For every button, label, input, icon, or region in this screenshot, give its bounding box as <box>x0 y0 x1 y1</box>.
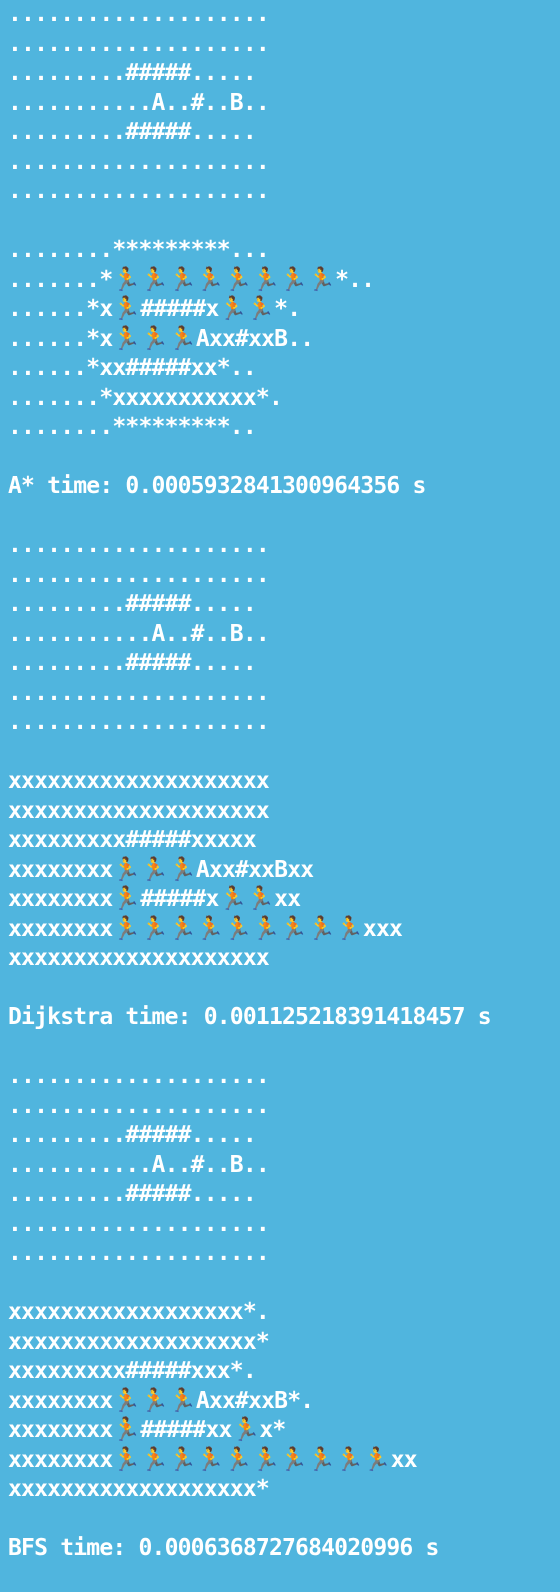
grid-row: .................... <box>8 679 270 706</box>
result-row: xxxxxxxxx#####xxx*. <box>8 1358 257 1384</box>
result-row: xxxxxxxxxxxxxxxxxxx* <box>8 1476 270 1502</box>
result-row: xxxxxxxx🏃🏃🏃🏃🏃🏃🏃🏃🏃xxx <box>8 915 403 942</box>
grid-row: .................... <box>8 532 270 558</box>
result-row: ......*x🏃#####x🏃🏃*. <box>8 296 301 322</box>
result-row: xxxxxxxxxxxxxxxxxx*. <box>8 1299 270 1325</box>
result-row: xxxxxxxx🏃#####x🏃🏃xx <box>8 886 301 912</box>
grid-row: .................... <box>8 709 270 735</box>
terminal-output: .................... ...................… <box>0 0 560 1592</box>
grid-row: .................... <box>8 1 270 27</box>
result-row: ........*********.. <box>8 414 257 440</box>
result-row: xxxxxxxx🏃🏃🏃Axx#xxB*. <box>8 1387 314 1414</box>
result-row: xxxxxxxx🏃🏃🏃Axx#xxBxx <box>8 856 314 883</box>
grid-row: .................... <box>8 1092 270 1119</box>
result-row: xxxxxxxx🏃#####xx🏃x* <box>8 1417 286 1443</box>
grid-row: .................... <box>8 561 270 588</box>
grid-row: .................... <box>8 178 270 204</box>
result-row: xxxxxxxx🏃🏃🏃🏃🏃🏃🏃🏃🏃🏃xx <box>8 1446 418 1473</box>
grid-row: .................... <box>8 1240 270 1266</box>
dijkstra-grid: .................... ...................… <box>8 531 560 738</box>
result-row: ........*********... <box>8 237 270 263</box>
result-row: xxxxxxxxxxxxxxxxxxxx <box>8 768 270 794</box>
grid-row: .................... <box>8 30 270 57</box>
result-row: xxxxxxxxxxxxxxxxxxx* <box>8 1328 270 1355</box>
result-row: xxxxxxxxx#####xxxxx <box>8 827 257 853</box>
grid-row: .................... <box>8 1063 270 1089</box>
grid-row: .........#####..... <box>8 119 257 145</box>
bfs-result-grid: xxxxxxxxxxxxxxxxxx*. xxxxxxxxxxxxxxxxxxx… <box>8 1298 560 1505</box>
grid-row: ...........A..#..B.. <box>8 620 270 647</box>
grid-row: .................... <box>8 148 270 175</box>
dijkstra-result-grid: xxxxxxxxxxxxxxxxxxxx xxxxxxxxxxxxxxxxxxx… <box>8 767 560 974</box>
result-row: xxxxxxxxxxxxxxxxxxxx <box>8 797 270 824</box>
astar-grid: .................... ...................… <box>8 0 560 207</box>
astar-result-grid: ........*********... .......*🏃🏃🏃🏃🏃🏃🏃🏃*..… <box>8 236 560 443</box>
grid-row: ...........A..#..B.. <box>8 1151 270 1178</box>
grid-row: .........#####..... <box>8 1181 257 1207</box>
result-row: .......*🏃🏃🏃🏃🏃🏃🏃🏃*.. <box>8 266 375 293</box>
result-row: .......*xxxxxxxxxxx*. <box>8 384 283 411</box>
grid-row: .........#####..... <box>8 591 257 617</box>
result-row: xxxxxxxxxxxxxxxxxxxx <box>8 945 270 971</box>
grid-row: .................... <box>8 1210 270 1237</box>
grid-row: ...........A..#..B.. <box>8 89 270 116</box>
result-row: ......*xx#####xx*.. <box>8 355 257 381</box>
grid-row: .........#####..... <box>8 60 257 86</box>
grid-row: .........#####..... <box>8 1122 257 1148</box>
astar-time-label: A* time: 0.0005932841300964356 s <box>8 473 426 499</box>
result-row: ......*x🏃🏃🏃Axx#xxB.. <box>8 325 314 352</box>
bfs-grid: .................... ...................… <box>8 1062 560 1269</box>
dijkstra-time-label: Dijkstra time: 0.001125218391418457 s <box>8 1004 492 1030</box>
bfs-time-label: BFS time: 0.0006368727684020996 s <box>8 1535 439 1561</box>
grid-row: .........#####..... <box>8 650 257 676</box>
